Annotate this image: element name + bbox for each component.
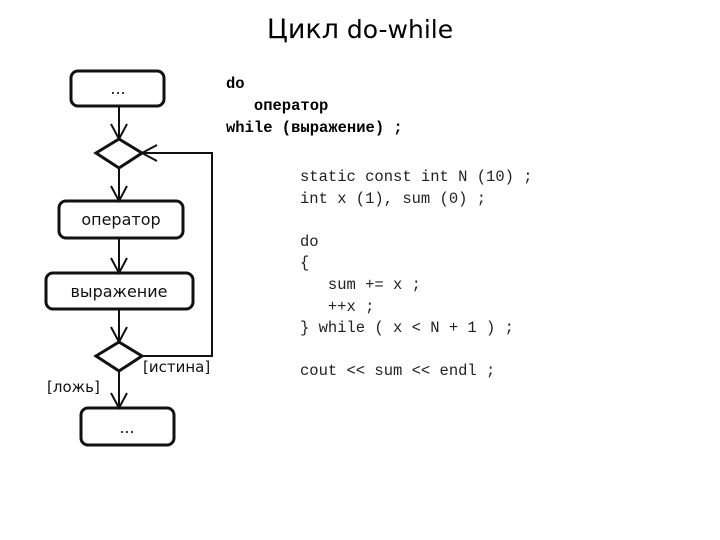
connector-true-loop-back xyxy=(142,152,213,357)
code-line: static const int N (10) ; xyxy=(300,168,533,186)
code-line: cout << sum << endl ; xyxy=(300,362,496,381)
expression-box-label: выражение xyxy=(71,282,168,301)
code-line: do xyxy=(300,232,319,251)
end-box-label: ... xyxy=(119,418,134,437)
example-code-block: static const int N (10) ; int x (1), sum … xyxy=(300,167,533,383)
syntax-line: while (выражение) ; xyxy=(226,119,403,137)
syntax-line: оператор xyxy=(226,97,329,115)
false-branch-label: [ложь] xyxy=(47,378,100,396)
operator-box-label: оператор xyxy=(81,210,160,229)
code-line: } while ( x < N + 1 ) ; xyxy=(300,319,514,338)
syntax-block: do оператор while (выражение) ; xyxy=(226,73,403,139)
code-line: ++x ; xyxy=(300,297,375,316)
start-box-label: ... xyxy=(110,79,125,98)
true-branch-label: [истина] xyxy=(143,358,210,376)
syntax-line: do xyxy=(226,75,245,93)
code-line: { xyxy=(300,254,310,273)
code-line: sum += x ; xyxy=(300,275,421,294)
code-line: int x (1), sum (0) ; xyxy=(300,189,487,208)
junction-diamond xyxy=(93,137,145,170)
decision-diamond xyxy=(93,340,145,373)
